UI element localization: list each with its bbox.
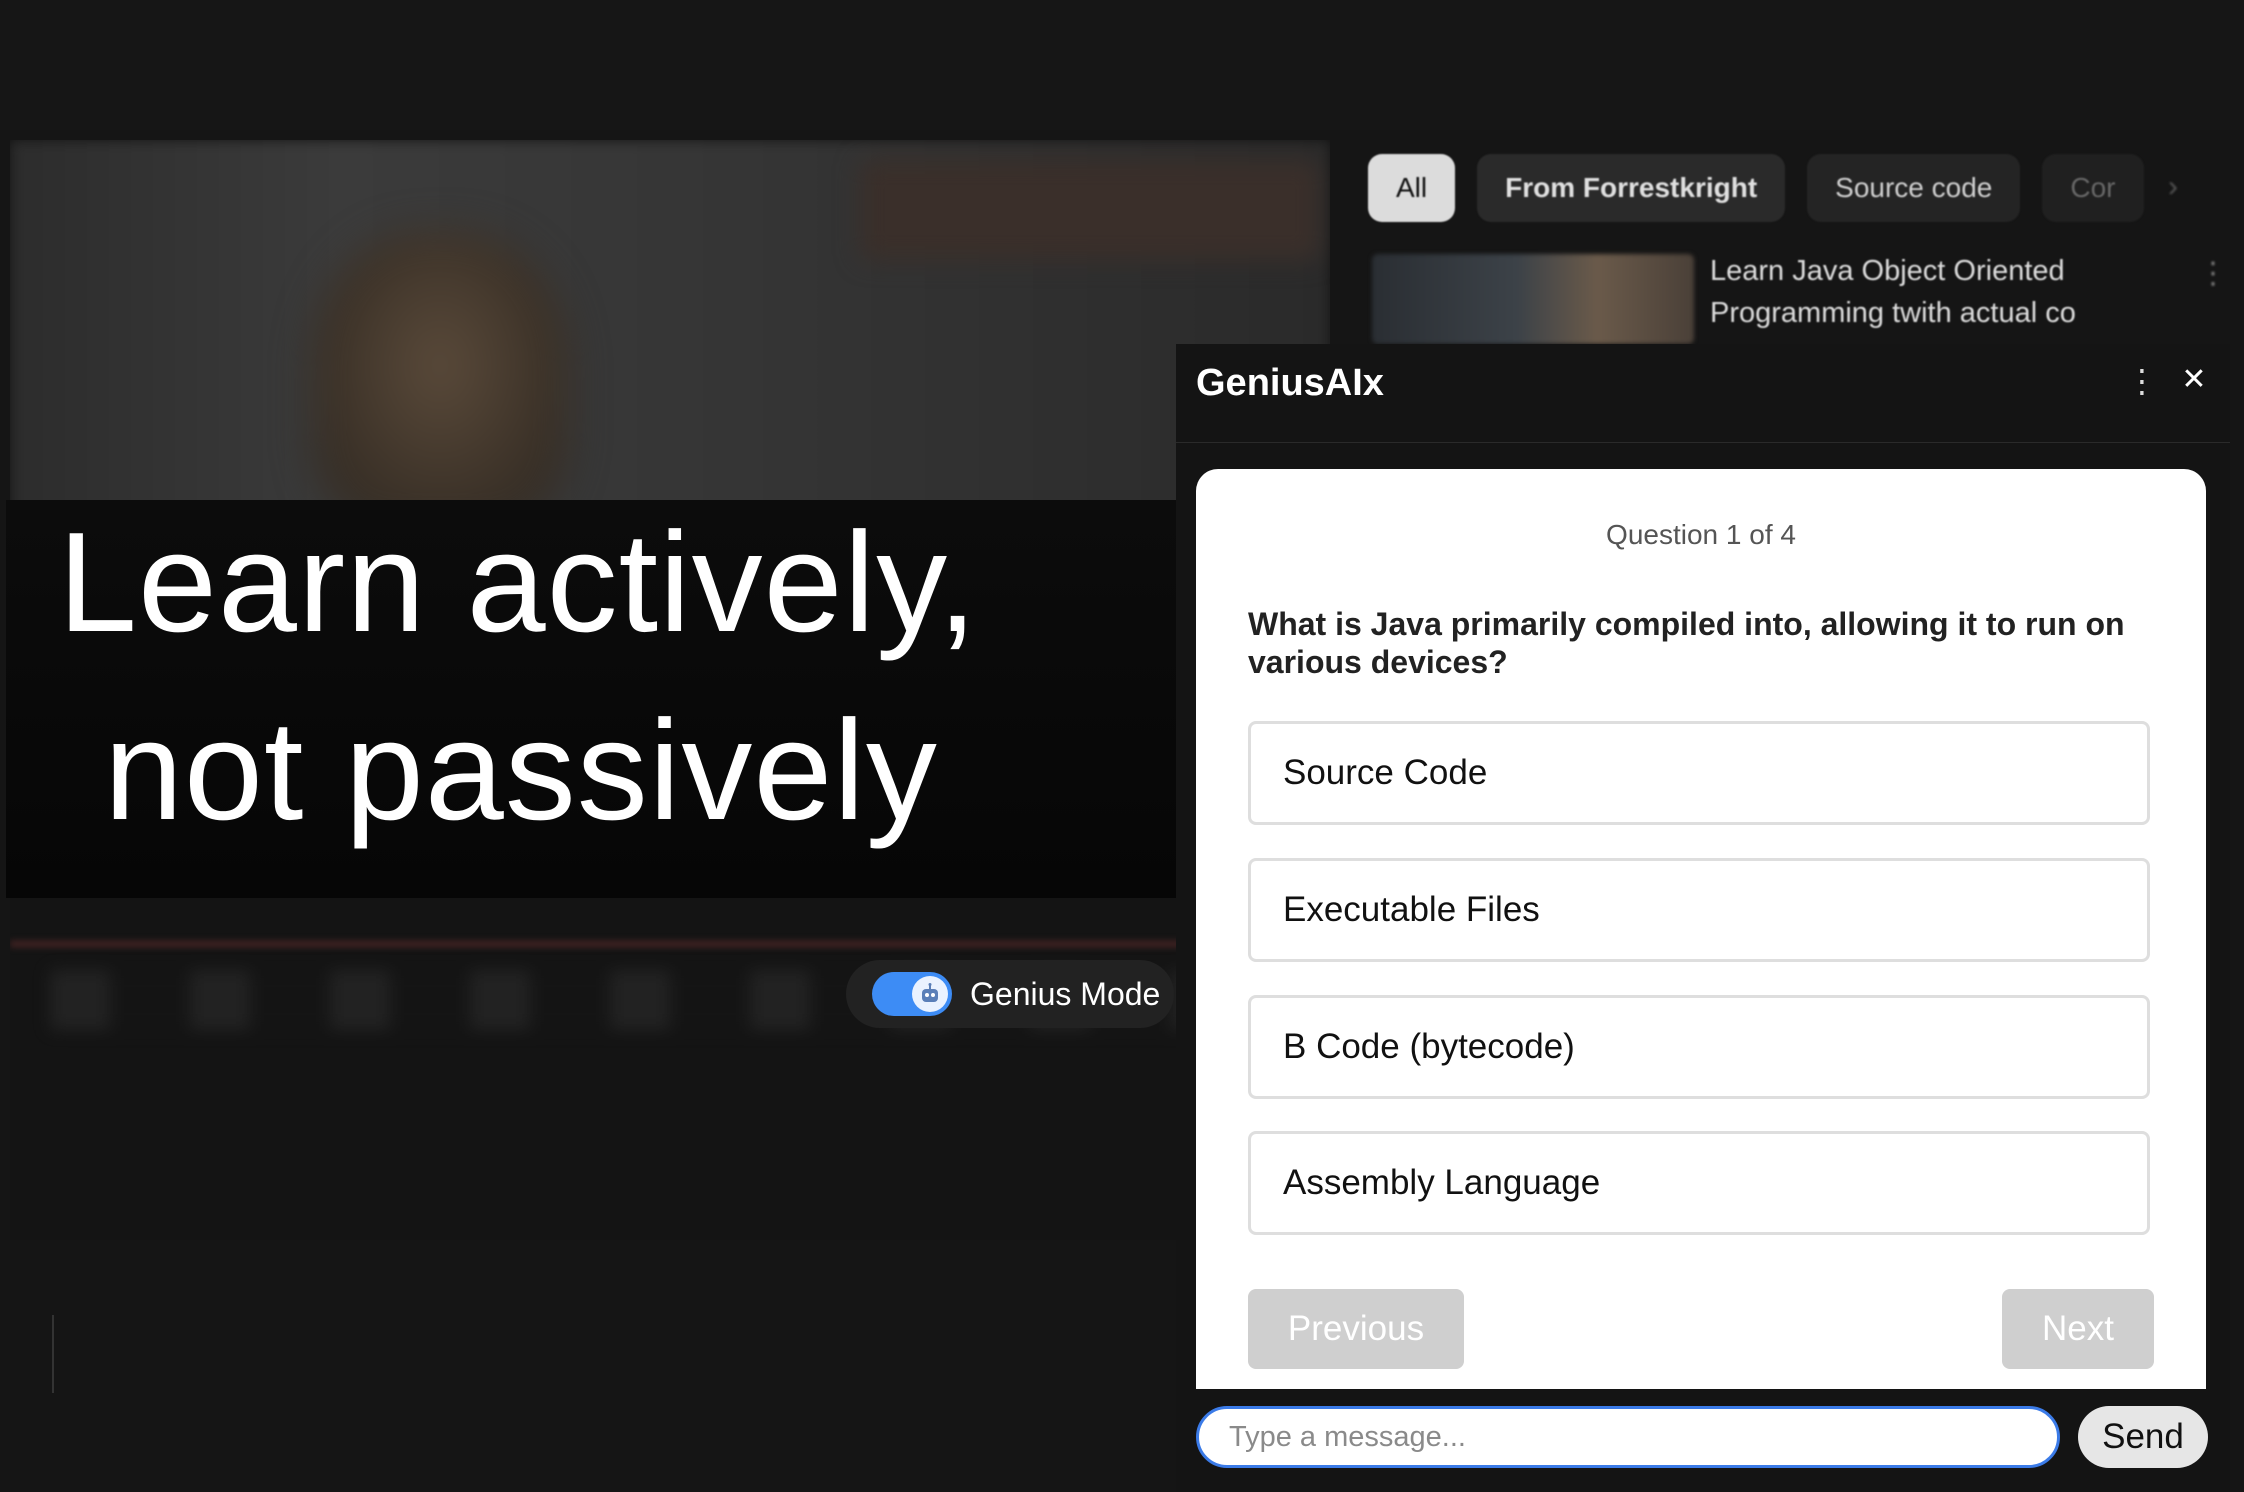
chip-source-code[interactable]: Source code	[1807, 154, 2021, 222]
answer-option[interactable]: Executable Files	[1248, 858, 2150, 962]
question-counter: Question 1 of 4	[1606, 519, 1796, 550]
question-text: What is Java primarily compiled into, al…	[1248, 606, 2125, 680]
panel-header: GeniusAIx ⋮ ✕	[1176, 344, 2230, 443]
answer-option-label: B Code (bytecode)	[1283, 1027, 1575, 1066]
message-input[interactable]	[1227, 1419, 2031, 1455]
send-button[interactable]: Send	[2078, 1406, 2208, 1468]
filter-chips: All From Forrestkright Source code Cor	[1368, 152, 2198, 224]
recommended-video-title-line-2: Programming twith actual co	[1710, 297, 2076, 329]
previous-button[interactable]: Previous	[1248, 1289, 1464, 1369]
answer-option-label: Executable Files	[1283, 890, 1540, 929]
recommended-video-title-line-1: Learn Java Object Oriented	[1710, 255, 2065, 287]
robot-icon-glyph	[922, 983, 938, 1002]
geniusaix-panel: GeniusAIx ⋮ ✕ Question 1 of 4 What is Ja…	[1176, 344, 2230, 1492]
answer-option-label: Assembly Language	[1283, 1163, 1601, 1202]
chip-all[interactable]: All	[1368, 154, 1456, 222]
genius-mode-label: Genius Mode	[970, 975, 1161, 1012]
answer-option-label: Source Code	[1283, 753, 1488, 792]
video-progress-bar[interactable]	[10, 940, 1330, 948]
chip-partial[interactable]: Cor	[2042, 154, 2144, 222]
panel-title: GeniusAIx	[1196, 362, 1384, 404]
answer-option[interactable]: B Code (bytecode)	[1248, 995, 2150, 1099]
next-button[interactable]: Next	[2002, 1289, 2154, 1369]
close-icon[interactable]: ✕	[2174, 362, 2214, 397]
video-presenter	[310, 230, 570, 530]
answer-option[interactable]: Source Code	[1248, 721, 2150, 825]
chevron-right-icon[interactable]: ›	[2168, 170, 2178, 204]
divider	[52, 1315, 54, 1393]
robot-icon	[912, 976, 948, 1012]
toggle-switch[interactable]	[872, 972, 952, 1016]
recommended-video-thumbnail[interactable]	[1372, 254, 1694, 344]
genius-mode-toggle[interactable]: Genius Mode	[846, 960, 1174, 1028]
headline-line-2: not passively	[104, 691, 938, 850]
answer-option[interactable]: Assembly Language	[1248, 1131, 2150, 1235]
more-vertical-icon[interactable]: ⋮	[2198, 256, 2228, 291]
video-background-sign	[860, 160, 1320, 260]
page-top-band	[0, 0, 2244, 130]
chip-from-channel[interactable]: From Forrestkright	[1477, 154, 1786, 222]
recommended-video-title[interactable]: Learn Java Object Oriented Programming t…	[1710, 250, 2130, 334]
quiz-card: Question 1 of 4 What is Java primarily c…	[1196, 469, 2206, 1389]
kebab-menu-icon[interactable]: ⋮	[2122, 362, 2162, 400]
message-input-wrapper	[1196, 1406, 2060, 1468]
headline-line-1: Learn actively,	[58, 503, 979, 662]
